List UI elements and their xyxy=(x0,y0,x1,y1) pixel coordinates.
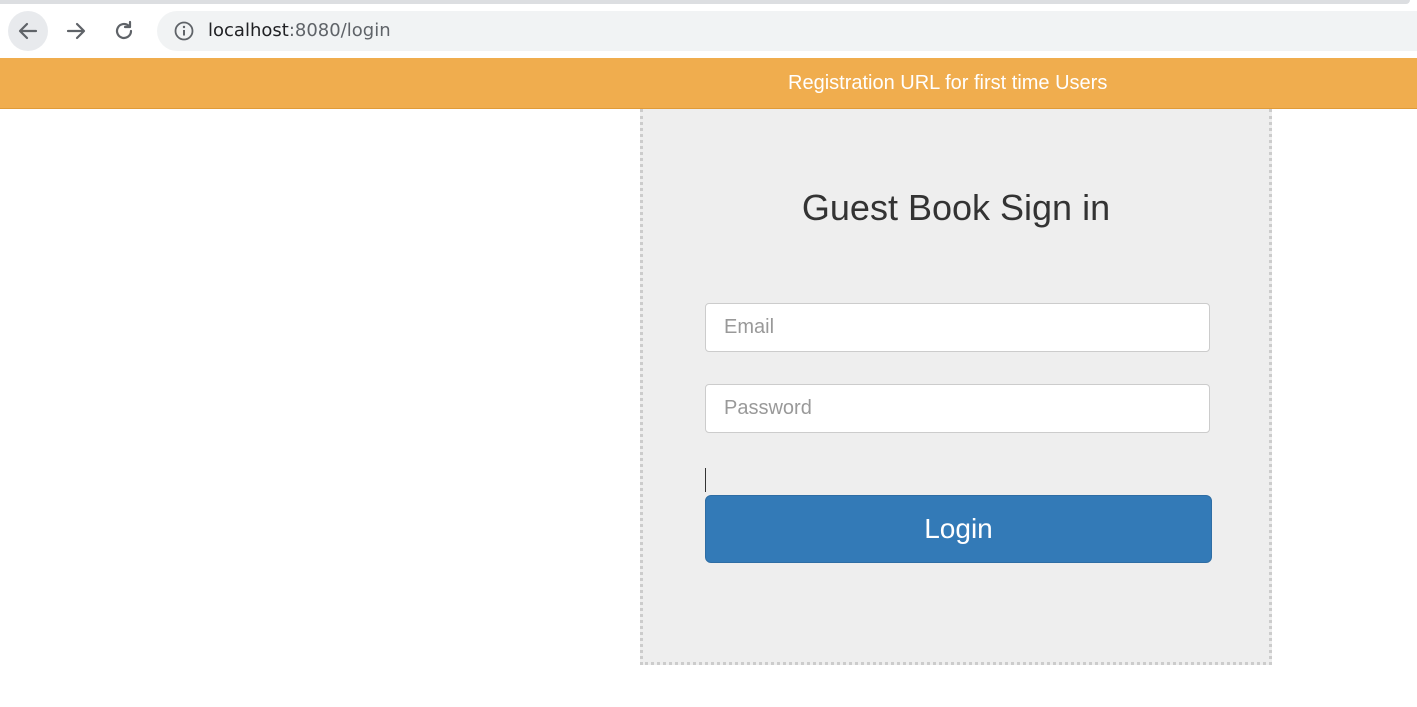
reload-button[interactable] xyxy=(104,11,144,51)
text-caret xyxy=(705,468,706,492)
arrow-left-icon xyxy=(18,22,38,40)
page-title: Guest Book Sign in xyxy=(801,187,1111,228)
password-field[interactable] xyxy=(705,384,1210,433)
forward-button[interactable] xyxy=(56,11,96,51)
email-field[interactable] xyxy=(705,303,1210,352)
back-button[interactable] xyxy=(8,11,48,51)
registration-bar: Registration URL for first time Users xyxy=(0,58,1417,109)
tab-strip-edge xyxy=(0,0,1410,4)
url-host: localhost xyxy=(208,20,289,41)
info-icon[interactable] xyxy=(174,21,194,41)
url-path: :8080/login xyxy=(288,20,391,41)
registration-link[interactable]: Registration URL for first time Users xyxy=(788,72,1107,95)
login-card: Guest Book Sign in Login xyxy=(640,109,1272,665)
address-bar[interactable]: localhost:8080/login xyxy=(157,11,1417,51)
reload-icon xyxy=(115,20,133,40)
arrow-right-icon xyxy=(66,22,86,40)
url-text[interactable]: localhost:8080/login xyxy=(208,20,391,42)
browser-toolbar: localhost:8080/login xyxy=(0,0,1417,58)
login-button[interactable]: Login xyxy=(705,495,1212,563)
